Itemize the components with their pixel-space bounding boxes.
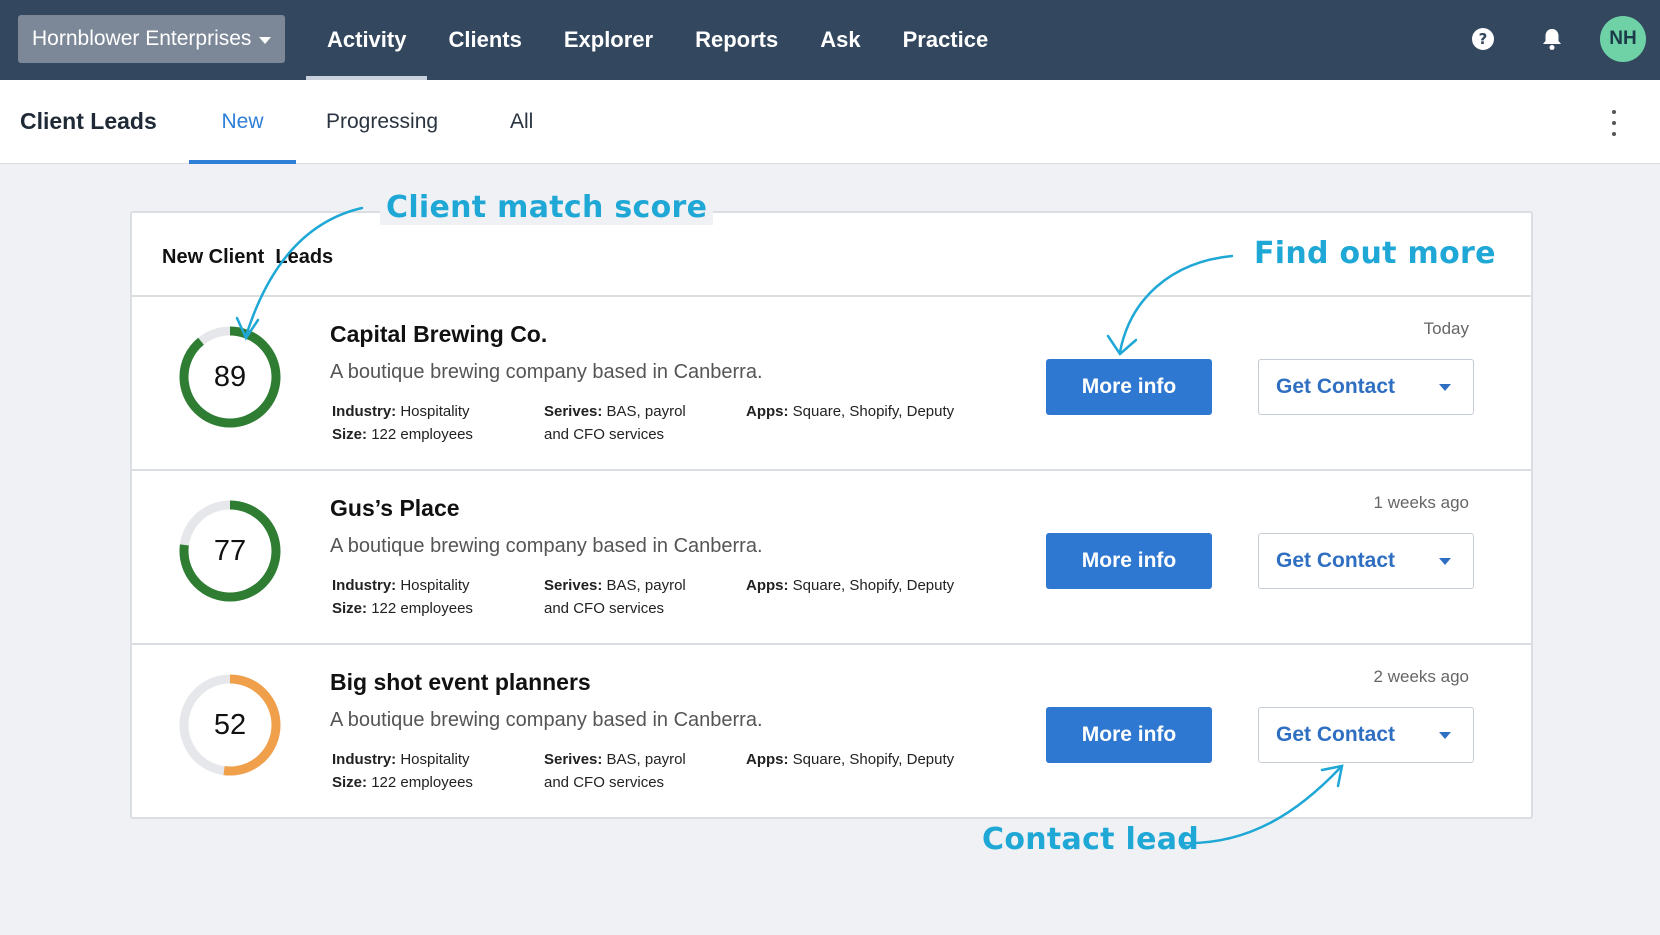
chevron-down-icon — [1439, 732, 1451, 739]
size-label: Size: — [332, 600, 368, 617]
serves-value: BAS, payrol — [606, 403, 686, 420]
page-title: Client Leads — [20, 108, 157, 134]
industry-value: Hospitality — [400, 403, 470, 420]
serves-value: BAS, payrol — [606, 577, 686, 594]
serves-value-2: and CFO services — [544, 774, 665, 791]
size-value: 122 employees — [371, 600, 473, 617]
lead-description: A boutique brewing company based in Canb… — [330, 535, 763, 557]
serves-label: Serives: — [544, 577, 603, 594]
lead-name: Gus’s Place — [330, 495, 460, 521]
more-info-button[interactable]: More info — [1046, 533, 1212, 589]
lead-industry-size: Industry: Hospitality Size: 122 employee… — [332, 748, 473, 794]
org-switcher[interactable]: Hornblower Enterprises — [18, 15, 285, 63]
main-nav: Activity Clients Explorer Reports Ask Pr… — [306, 0, 1009, 80]
nav-practice[interactable]: Practice — [882, 0, 1010, 80]
apps-label: Apps: — [746, 751, 789, 768]
serves-value-2: and CFO services — [544, 426, 665, 443]
lead-serves: Serives: BAS, payrol and CFO services — [544, 748, 686, 794]
caret-down-icon — [259, 36, 272, 44]
tab-all[interactable]: All — [510, 80, 533, 164]
serves-label: Serives: — [544, 403, 603, 420]
lead-serves: Serives: BAS, payrol and CFO services — [544, 400, 686, 446]
industry-value: Hospitality — [400, 751, 470, 768]
score-value: 52 — [213, 708, 247, 741]
annotation-more: Find out more — [1250, 236, 1500, 271]
apps-value: Square, Shopify, Deputy — [792, 751, 955, 768]
more-info-button[interactable]: More info — [1046, 359, 1212, 415]
avatar[interactable]: NH — [1600, 16, 1646, 62]
get-contact-dropdown[interactable]: Get Contact — [1258, 359, 1474, 415]
serves-label: Serives: — [544, 751, 603, 768]
more-info-button[interactable]: More info — [1046, 707, 1212, 763]
lead-row: 89 Capital Brewing Co. A boutique brewin… — [132, 295, 1531, 468]
lead-apps: Apps: Square, Shopify, Deputy — [746, 574, 954, 597]
tab-new[interactable]: New — [189, 80, 296, 164]
nav-clients[interactable]: Clients — [427, 0, 542, 80]
panel-title: New Client Leads — [162, 246, 334, 268]
get-contact-dropdown[interactable]: Get Contact — [1258, 533, 1474, 589]
more-options-icon[interactable] — [1606, 110, 1622, 136]
lead-row: 52 Big shot event planners A boutique br… — [132, 643, 1531, 816]
industry-label: Industry: — [332, 403, 397, 420]
serves-value: BAS, payrol — [606, 751, 686, 768]
size-label: Size: — [332, 774, 368, 791]
get-contact-label: Get Contact — [1276, 375, 1396, 398]
chevron-down-icon — [1439, 384, 1451, 391]
annotation-contact: Contact lead — [982, 822, 1200, 857]
nav-reports[interactable]: Reports — [674, 0, 799, 80]
get-contact-dropdown[interactable]: Get Contact — [1258, 707, 1474, 763]
nav-activity[interactable]: Activity — [306, 0, 428, 80]
lead-row: 77 Gus’s Place A boutique brewing compan… — [132, 469, 1531, 642]
bell-icon[interactable] — [1538, 25, 1566, 53]
industry-label: Industry: — [332, 751, 397, 768]
annotation-score: Client match score — [380, 190, 714, 225]
top-nav-bar: Hornblower Enterprises Activity Clients … — [0, 0, 1660, 80]
industry-value: Hospitality — [400, 577, 470, 594]
help-circle-icon[interactable]: ? — [1469, 25, 1497, 53]
lead-description: A boutique brewing company based in Canb… — [330, 709, 763, 731]
apps-label: Apps: — [746, 577, 789, 594]
size-value: 122 employees — [371, 426, 473, 443]
apps-value: Square, Shopify, Deputy — [792, 577, 955, 594]
tab-progressing[interactable]: Progressing — [326, 80, 438, 164]
apps-label: Apps: — [746, 403, 789, 420]
lead-apps: Apps: Square, Shopify, Deputy — [746, 400, 954, 423]
apps-value: Square, Shopify, Deputy — [792, 403, 955, 420]
leads-panel: New Client Leads 89 Capital Brewing Co. … — [130, 211, 1533, 819]
svg-text:?: ? — [1479, 30, 1488, 48]
org-name: Hornblower Enterprises — [32, 27, 252, 50]
nav-ask[interactable]: Ask — [799, 0, 881, 80]
score-value: 77 — [213, 534, 247, 567]
chevron-down-icon — [1439, 558, 1451, 565]
sub-header: Client Leads New Progressing All — [0, 80, 1660, 164]
lead-timestamp: 1 weeks ago — [1373, 493, 1469, 512]
lead-industry-size: Industry: Hospitality Size: 122 employee… — [332, 400, 473, 446]
lead-timestamp: Today — [1423, 319, 1469, 338]
industry-label: Industry: — [332, 577, 397, 594]
lead-description: A boutique brewing company based in Canb… — [330, 361, 763, 383]
serves-value-2: and CFO services — [544, 600, 665, 617]
lead-name: Big shot event planners — [330, 669, 591, 695]
lead-industry-size: Industry: Hospitality Size: 122 employee… — [332, 574, 473, 620]
size-label: Size: — [332, 426, 368, 443]
get-contact-label: Get Contact — [1276, 549, 1396, 572]
lead-name: Capital Brewing Co. — [330, 321, 548, 347]
score-value: 89 — [213, 360, 247, 393]
lead-apps: Apps: Square, Shopify, Deputy — [746, 748, 954, 771]
size-value: 122 employees — [371, 774, 473, 791]
get-contact-label: Get Contact — [1276, 723, 1396, 746]
nav-explorer[interactable]: Explorer — [543, 0, 674, 80]
lead-timestamp: 2 weeks ago — [1373, 667, 1469, 686]
lead-serves: Serives: BAS, payrol and CFO services — [544, 574, 686, 620]
